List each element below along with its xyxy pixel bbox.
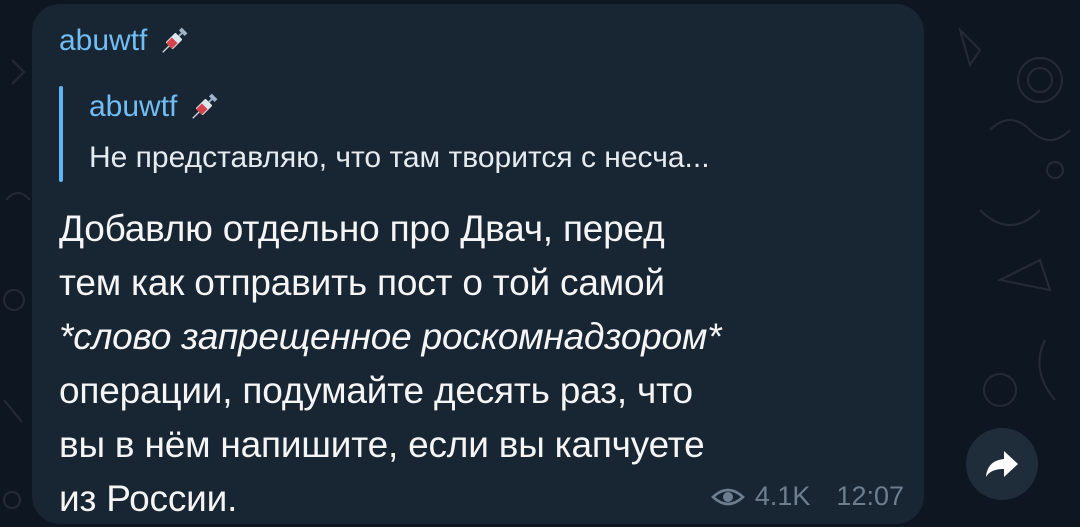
- message-line: операции, подумайте десять раз, что: [59, 370, 693, 411]
- view-count: 4.1K: [754, 481, 811, 511]
- sender-name[interactable]: abuwtf: [59, 24, 191, 58]
- reply-quote[interactable]: abuwtf Не представляю, что там творится …: [59, 86, 909, 182]
- message-line-italic: *слово запрещенное роскомнадзором*: [59, 316, 722, 357]
- message-line: вы в нём напишите, если вы капчуете: [59, 424, 705, 465]
- reply-text: Не представляю, что там творится с несча…: [89, 141, 710, 174]
- forward-arrow-icon: [986, 451, 1018, 477]
- reply-bar: [59, 86, 63, 182]
- message-bubble[interactable]: abuwtf abuwtf Не представляю, что там тв…: [32, 4, 924, 524]
- message-line: тем как отправить пост о той самой: [59, 262, 665, 303]
- sender-name-text[interactable]: abuwtf: [59, 24, 147, 58]
- syringe-icon: [162, 27, 188, 53]
- eye-icon: [710, 488, 745, 505]
- syringe-icon: [192, 93, 218, 119]
- forward-button[interactable]: [966, 428, 1038, 500]
- reply-author-text: abuwtf: [89, 90, 178, 123]
- message-time: 12:07: [836, 481, 904, 511]
- message-text: Добавлю отдельно про Двач, перед тем как…: [59, 202, 899, 526]
- message-meta: 4.1K 12:07: [710, 481, 904, 512]
- message-line: Добавлю отдельно про Двач, перед: [59, 208, 665, 249]
- reply-author: abuwtf: [89, 90, 221, 124]
